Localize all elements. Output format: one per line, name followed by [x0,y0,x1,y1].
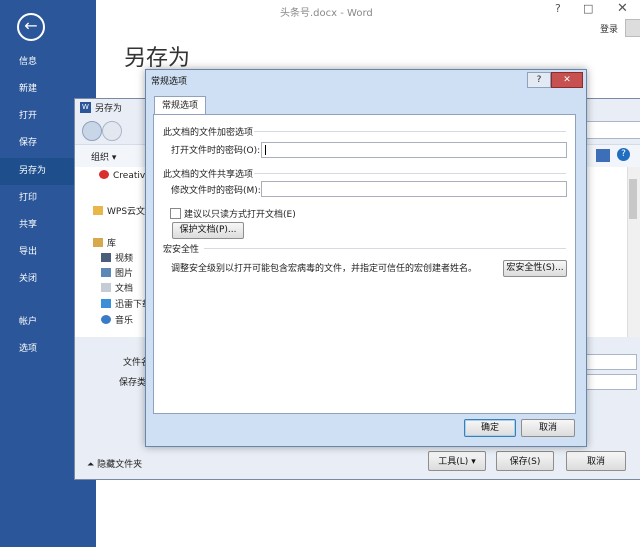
nav-back-button[interactable] [82,121,102,141]
navigation-pane: Creative WPS云文档 库 视频 图片 文档 迅雷下载 音乐 [75,167,154,337]
tools-button[interactable]: 工具(L) ▾ [428,451,486,471]
text-cursor [265,145,266,155]
nav-item-documents[interactable]: 文档 [101,281,133,294]
nav-forward-button[interactable] [102,121,122,141]
word-icon: W [80,102,91,113]
macro-section-heading: 宏安全性 [163,245,200,255]
close-window-icon[interactable]: ✕ [617,1,628,16]
chevron-down-icon: ▾ [471,457,476,467]
cancel-button[interactable]: 取消 [521,419,575,437]
nav-item-video[interactable]: 视频 [101,251,133,264]
creative-cloud-icon [99,170,109,179]
music-icon [101,315,111,324]
save-as-cancel-button[interactable]: 取消 [566,451,626,471]
open-password-label: 打开文件时的密码(O): [171,146,261,156]
nav-item-thunder[interactable]: 迅雷下载 [101,297,151,310]
chevron-up-icon: ⏶ [87,460,98,470]
nav-item-label: 音乐 [115,316,134,326]
general-options-dialog: 常规选项 ? ✕ 常规选项 此文档的文件加密选项 打开文件时的密码(O): 此文… [145,69,587,447]
divider [254,131,566,132]
readonly-checkbox[interactable] [170,208,181,219]
ok-button[interactable]: 确定 [464,419,516,437]
modify-password-field[interactable] [261,181,567,197]
nav-item-label: 视频 [115,254,134,264]
organize-button[interactable]: 组织 ▾ [91,150,116,163]
open-password-field[interactable] [261,142,567,158]
save-button[interactable]: 保存(S) [496,451,554,471]
protect-document-button[interactable]: 保护文档(P)... [172,222,244,239]
macro-security-button[interactable]: 宏安全性(S)... [503,260,567,277]
help-icon[interactable]: ? [617,148,630,161]
share-section-heading: 此文档的文件共享选项 [163,170,254,180]
video-icon [101,253,111,262]
picture-icon [101,268,111,277]
nav-item-library[interactable]: 库 [93,236,116,249]
scrollbar-thumb[interactable] [629,179,637,219]
options-panel: 此文档的文件加密选项 打开文件时的密码(O): 此文档的文件共享选项 修改文件时… [153,114,576,414]
thunder-download-icon [101,299,111,308]
tab-general-options[interactable]: 常规选项 [154,96,206,115]
restore-icon[interactable]: □ [583,2,593,15]
nav-item-pictures[interactable]: 图片 [101,266,133,279]
avatar[interactable] [625,19,640,37]
nav-item-creative[interactable]: Creative [99,170,151,181]
library-icon [93,238,103,247]
readonly-label: 建议以只读方式打开文档(E) [184,210,296,220]
save-as-title: 另存为 [95,104,123,114]
tools-label: 工具(L) [438,457,469,467]
divider [204,248,566,249]
help-icon[interactable]: ? [527,72,551,88]
divider [254,173,566,174]
macro-description: 调整安全级别以打开可能包含宏病毒的文件，并指定可信任的宏创建者姓名。 [171,264,478,274]
sidebar-item-info[interactable]: 信息 [0,49,96,76]
search-input[interactable] [583,121,640,139]
view-options-icon[interactable] [596,149,610,162]
folder-icon [93,206,103,215]
login-link[interactable]: 登录 [600,22,618,35]
hide-folders-toggle[interactable]: ⏶ 隐藏文件夹 [87,457,142,470]
nav-item-label: 文档 [115,284,134,294]
close-icon[interactable]: ✕ [551,72,583,88]
dialog-title: 常规选项 [151,77,188,87]
back-arrow-icon[interactable]: ← [17,13,45,41]
window-title: 头条号.docx - Word [280,8,373,19]
nav-item-label: 图片 [115,269,134,279]
hide-folders-label: 隐藏文件夹 [97,460,143,470]
nav-item-music[interactable]: 音乐 [101,313,133,326]
minimize-icon[interactable]: ? [555,2,561,15]
modify-password-label: 修改文件时的密码(M): [171,186,261,196]
encrypt-section-heading: 此文档的文件加密选项 [163,128,254,138]
page-title: 另存为 [124,46,191,71]
nav-item-label: 库 [107,239,117,249]
document-icon [101,283,111,292]
